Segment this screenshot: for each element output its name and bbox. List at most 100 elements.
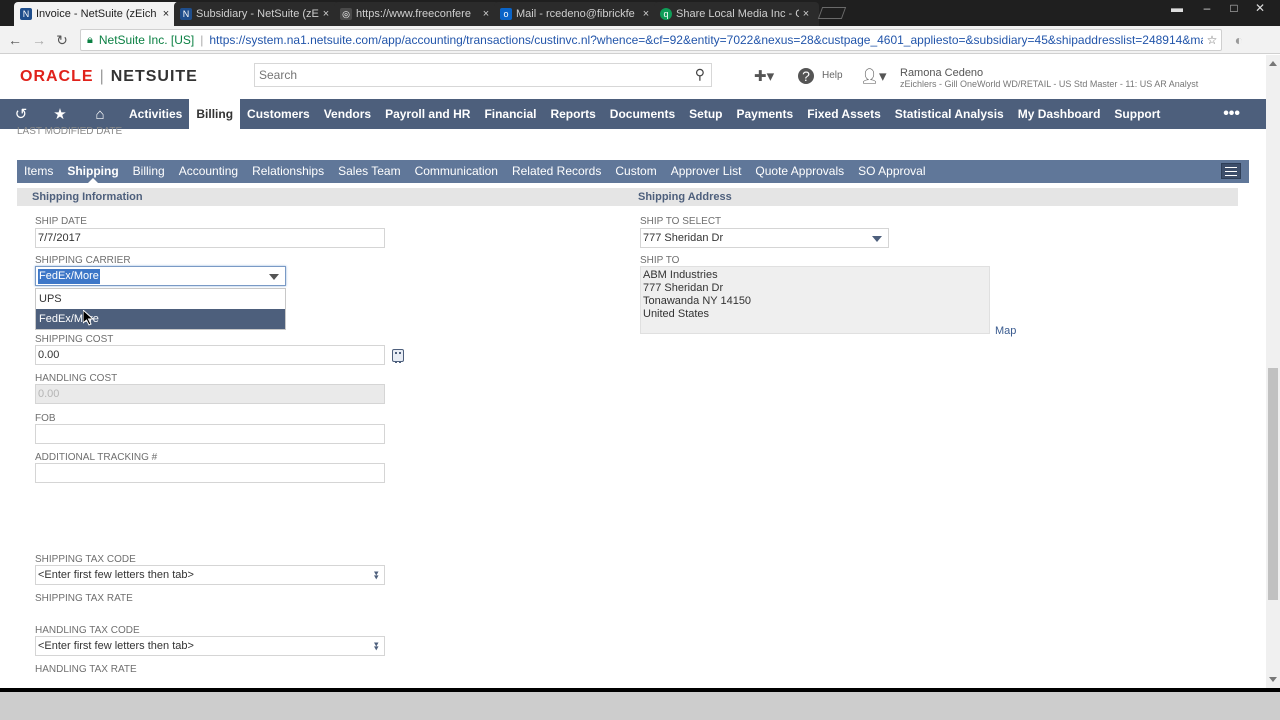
new-tab-button[interactable] [817,7,847,19]
home-icon[interactable]: ⌂ [78,106,122,123]
additional-tracking-field[interactable] [35,463,385,483]
subtab-sales-team[interactable]: Sales Team [331,160,407,183]
address-bar: ← → ↻ 🔒︎ NetSuite Inc. [US] | https://sy… [0,26,1280,54]
subtab-menu-icon[interactable] [1221,163,1241,179]
fob-field[interactable] [35,424,385,444]
origin-separator: | [200,33,204,47]
reload-icon[interactable]: ↻ [53,31,71,49]
profile-icon[interactable]: ▬ [1163,0,1191,18]
nav-statistical-analysis[interactable]: Statistical Analysis [888,99,1011,129]
scroll-down-arrow-icon[interactable] [1269,677,1277,682]
fob-label: FOB [35,413,56,424]
subtab-items[interactable]: Items [17,160,60,183]
help-icon[interactable]: ? [798,68,814,84]
browser-tab[interactable]: N Invoice - NetSuite (zEich × [14,2,179,26]
dropdown-option-ups[interactable]: UPS [36,289,285,309]
close-icon[interactable]: × [479,8,493,20]
double-chevron-down-icon[interactable]: ⏬︎ [375,638,381,656]
shipping-carrier-value: FedEx/More [38,269,100,284]
ship-to-select[interactable]: 777 Sheridan Dr [640,228,889,248]
handling-cost-label: HANDLING COST [35,373,118,384]
nav-fixed-assets[interactable]: Fixed Assets [800,99,888,129]
nav-financial[interactable]: Financial [477,99,543,129]
netsuite-favicon-icon: N [20,8,32,20]
handling-tax-code-select[interactable]: <Enter first few letters then tab> ⏬︎ [35,636,385,656]
shipping-carrier-select[interactable]: FedEx/More [35,266,286,286]
subtab-related-records[interactable]: Related Records [505,160,608,183]
close-icon[interactable]: × [159,8,173,20]
dropdown-option-fedex[interactable]: FedEx/More [36,309,285,329]
nav-customers[interactable]: Customers [240,99,317,129]
maximize-icon[interactable]: □ [1220,0,1248,18]
scrollbar-thumb[interactable] [1268,368,1278,600]
shipping-carrier-label: SHIPPING CARRIER [35,255,131,266]
ship-to-address[interactable]: ABM Industries 777 Sheridan Dr Tonawanda… [640,266,990,334]
create-new-icon[interactable]: ✚▾ [754,67,774,85]
global-search: ⚲ [254,63,712,87]
nav-reports[interactable]: Reports [543,99,602,129]
handling-tax-code-label: HANDLING TAX CODE [35,625,140,636]
extension-icon[interactable]: ◐ [1230,31,1248,49]
url-text[interactable]: https://system.na1.netsuite.com/app/acco… [209,33,1203,47]
subtab-approver-list[interactable]: Approver List [664,160,749,183]
browser-tab[interactable]: o Mail - rcedeno@fibrickfe × [494,2,659,26]
ship-date-field[interactable]: 7/7/2017 [35,228,385,248]
search-input[interactable] [255,64,675,86]
subtab-so-approval[interactable]: SO Approval [851,160,932,183]
ship-to-select-value: 777 Sheridan Dr [643,232,724,244]
minimize-icon[interactable]: – [1193,0,1221,18]
nav-setup[interactable]: Setup [682,99,729,129]
calculator-icon[interactable] [392,349,404,363]
shipping-cost-field[interactable]: 0.00 [35,345,385,365]
shipping-tax-rate-label: SHIPPING TAX RATE [35,593,133,604]
nav-payroll-hr[interactable]: Payroll and HR [378,99,477,129]
url-bar[interactable]: 🔒︎ NetSuite Inc. [US] | https://system.n… [80,29,1222,51]
browser-tab[interactable]: q Share Local Media Inc - G × [654,2,819,26]
subtab-accounting[interactable]: Accounting [172,160,245,183]
nav-my-dashboard[interactable]: My Dashboard [1011,99,1108,129]
close-icon[interactable]: × [319,8,333,20]
subtab-shipping[interactable]: Shipping [60,160,125,183]
close-icon[interactable]: × [799,8,813,20]
double-chevron-down-icon[interactable]: ⏬︎ [375,567,381,585]
shipping-cost-label: SHIPPING COST [35,334,114,345]
recent-records-icon[interactable]: ↺ [0,105,42,123]
shipping-cost-value: 0.00 [38,349,60,361]
close-icon[interactable]: × [639,8,653,20]
oracle-netsuite-logo[interactable]: ORACLE | NETSUITE [20,68,198,86]
bookmark-star-icon[interactable]: ☆ [1203,33,1221,47]
subtab-quote-approvals[interactable]: Quote Approvals [748,160,851,183]
map-link[interactable]: Map [995,325,1016,337]
browser-tab[interactable]: N Subsidiary - NetSuite (zE × [174,2,339,26]
logo-netsuite-text: NETSUITE [110,68,198,85]
subtab-custom[interactable]: Custom [608,160,663,183]
window-close-icon[interactable]: ✕ [1246,0,1274,18]
search-icon[interactable]: ⚲ [695,66,705,83]
nav-support[interactable]: Support [1107,99,1167,129]
favorites-star-icon[interactable]: ★ [42,105,78,123]
more-menu-icon[interactable]: ••• [1223,105,1240,123]
subtab-relationships[interactable]: Relationships [245,160,331,183]
user-info[interactable]: Ramona Cedeno zEichlers - Gill OneWorld … [900,67,1198,89]
shipping-tax-code-label: SHIPPING TAX CODE [35,554,136,565]
nav-activities[interactable]: Activities [122,99,189,129]
nav-payments[interactable]: Payments [729,99,800,129]
subtab-communication[interactable]: Communication [408,160,505,183]
chevron-down-icon[interactable] [872,236,882,242]
nav-documents[interactable]: Documents [603,99,682,129]
back-arrow-icon[interactable]: ← [6,31,24,49]
forward-arrow-icon[interactable]: → [30,31,48,49]
browser-tab[interactable]: ◎ https://www.freeconfere × [334,2,499,26]
help-label[interactable]: Help [822,70,843,81]
vertical-scrollbar[interactable] [1266,55,1280,688]
secure-origin-label: NetSuite Inc. [US] [98,33,195,47]
shipping-tax-code-select[interactable]: <Enter first few letters then tab> ⏬︎ [35,565,385,585]
subtab-billing[interactable]: Billing [126,160,172,183]
nav-vendors[interactable]: Vendors [317,99,378,129]
scroll-up-arrow-icon[interactable] [1269,61,1277,66]
user-avatar-icon[interactable]: 👤︎▾ [860,67,887,85]
nav-billing[interactable]: Billing [189,99,241,129]
logo-oracle-text: ORACLE [20,68,94,85]
chevron-down-icon[interactable] [269,274,279,280]
netsuite-header: ORACLE|NETSUITE ⚲ ✚▾ ? Help 👤︎▾ Ramona C… [0,55,1266,98]
